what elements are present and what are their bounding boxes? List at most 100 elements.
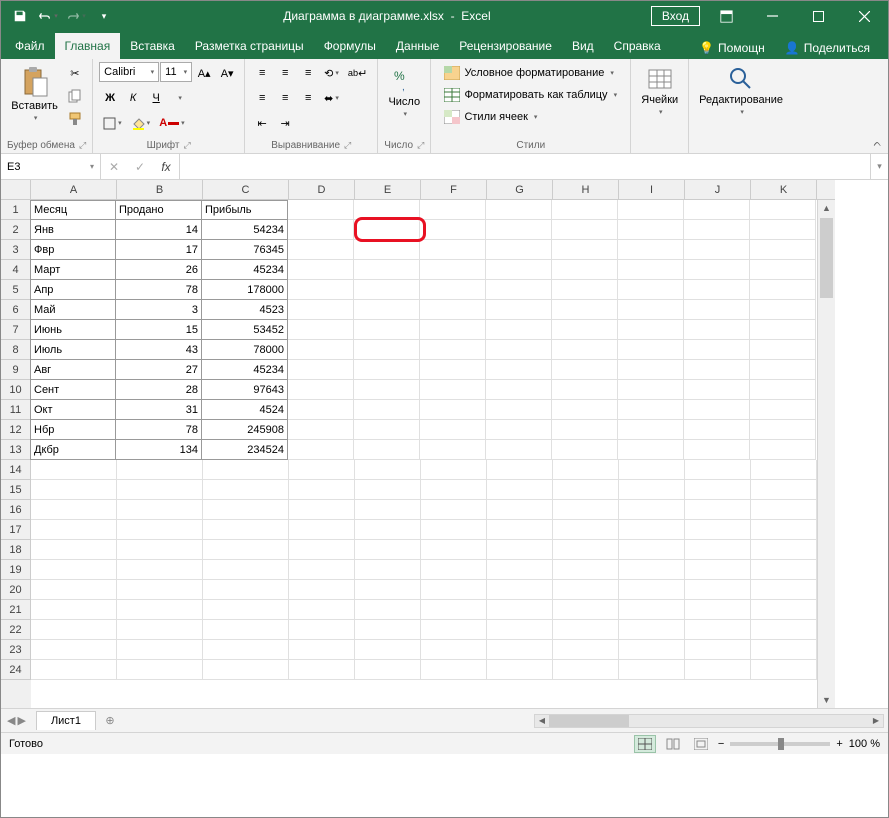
- zoom-in-icon[interactable]: +: [836, 738, 842, 750]
- cell-A16[interactable]: [31, 500, 117, 520]
- col-header-D[interactable]: D: [289, 180, 355, 200]
- cell-A7[interactable]: Июнь: [30, 320, 116, 340]
- cell-blank[interactable]: [684, 360, 750, 380]
- cell-A13[interactable]: Дкбр: [30, 440, 116, 460]
- cell-blank[interactable]: [355, 540, 421, 560]
- cell-blank[interactable]: [289, 540, 355, 560]
- cell-blank[interactable]: [553, 460, 619, 480]
- cell-blank[interactable]: [487, 580, 553, 600]
- copy-icon[interactable]: [64, 85, 86, 107]
- row-header-18[interactable]: 18: [1, 540, 31, 560]
- col-header-B[interactable]: B: [117, 180, 203, 200]
- row-header-16[interactable]: 16: [1, 500, 31, 520]
- cell-blank[interactable]: [288, 260, 354, 280]
- cell-A9[interactable]: Авг: [30, 360, 116, 380]
- tellme-button[interactable]: 💡Помощн: [691, 37, 773, 59]
- cell-blank[interactable]: [751, 660, 817, 680]
- cell-C6[interactable]: 4523: [202, 300, 288, 320]
- col-header-E[interactable]: E: [355, 180, 421, 200]
- cell-blank[interactable]: [420, 220, 486, 240]
- cell-A23[interactable]: [31, 640, 117, 660]
- cell-blank[interactable]: [288, 400, 354, 420]
- cell-C15[interactable]: [203, 480, 289, 500]
- zoom-level[interactable]: 100 %: [849, 738, 880, 750]
- conditional-formatting-button[interactable]: Условное форматирование: [437, 62, 624, 84]
- formula-input[interactable]: [180, 154, 870, 179]
- tab-data[interactable]: Данные: [386, 33, 449, 59]
- align-right-icon[interactable]: ≡: [297, 87, 319, 109]
- align-bottom-icon[interactable]: ≡: [297, 62, 319, 84]
- cell-blank[interactable]: [486, 220, 552, 240]
- cell-A8[interactable]: Июль: [30, 340, 116, 360]
- row-header-15[interactable]: 15: [1, 480, 31, 500]
- cell-C20[interactable]: [203, 580, 289, 600]
- cell-B14[interactable]: [117, 460, 203, 480]
- col-header-J[interactable]: J: [685, 180, 751, 200]
- font-size-select[interactable]: 11▾: [160, 62, 192, 82]
- cell-blank[interactable]: [354, 320, 420, 340]
- cell-blank[interactable]: [553, 660, 619, 680]
- close-icon[interactable]: [844, 1, 884, 31]
- align-launcher[interactable]: ⤢: [344, 140, 351, 151]
- cell-blank[interactable]: [619, 500, 685, 520]
- row-header-3[interactable]: 3: [1, 240, 31, 260]
- cell-blank[interactable]: [619, 560, 685, 580]
- cell-blank[interactable]: [354, 220, 420, 240]
- cell-C12[interactable]: 245908: [202, 420, 288, 440]
- increase-font-icon[interactable]: A▴: [193, 62, 215, 84]
- cell-blank[interactable]: [685, 460, 751, 480]
- share-button[interactable]: 👤Поделиться: [777, 37, 878, 59]
- zoom-out-icon[interactable]: −: [718, 738, 724, 750]
- scroll-right-icon[interactable]: ▶: [869, 715, 883, 727]
- view-page-layout-icon[interactable]: [662, 735, 684, 753]
- cell-blank[interactable]: [355, 660, 421, 680]
- cell-blank[interactable]: [486, 200, 552, 220]
- cell-C5[interactable]: 178000: [202, 280, 288, 300]
- cell-blank[interactable]: [355, 480, 421, 500]
- cell-blank[interactable]: [684, 320, 750, 340]
- cell-B11[interactable]: 31: [116, 400, 202, 420]
- expand-formula-bar-icon[interactable]: ▾: [870, 154, 888, 179]
- cell-styles-button[interactable]: Стили ячеек: [437, 106, 624, 128]
- tab-view[interactable]: Вид: [562, 33, 604, 59]
- cell-blank[interactable]: [618, 360, 684, 380]
- cell-blank[interactable]: [421, 560, 487, 580]
- cell-blank[interactable]: [552, 240, 618, 260]
- tab-formulas[interactable]: Формулы: [314, 33, 386, 59]
- col-header-C[interactable]: C: [203, 180, 289, 200]
- cell-blank[interactable]: [751, 560, 817, 580]
- cell-blank[interactable]: [619, 640, 685, 660]
- cell-B18[interactable]: [117, 540, 203, 560]
- cell-blank[interactable]: [354, 360, 420, 380]
- cell-blank[interactable]: [750, 240, 816, 260]
- sheet-next-icon[interactable]: ▶: [17, 714, 25, 727]
- cell-A17[interactable]: [31, 520, 117, 540]
- cell-B24[interactable]: [117, 660, 203, 680]
- cell-blank[interactable]: [750, 380, 816, 400]
- cell-A10[interactable]: Сент: [30, 380, 116, 400]
- cell-A24[interactable]: [31, 660, 117, 680]
- cell-blank[interactable]: [420, 300, 486, 320]
- col-header-F[interactable]: F: [421, 180, 487, 200]
- cell-blank[interactable]: [355, 600, 421, 620]
- view-page-break-icon[interactable]: [690, 735, 712, 753]
- cell-blank[interactable]: [552, 220, 618, 240]
- cell-blank[interactable]: [354, 380, 420, 400]
- cell-A4[interactable]: Март: [30, 260, 116, 280]
- cell-B4[interactable]: 26: [116, 260, 202, 280]
- cell-blank[interactable]: [685, 560, 751, 580]
- cell-blank[interactable]: [750, 280, 816, 300]
- cell-blank[interactable]: [487, 560, 553, 580]
- cell-blank[interactable]: [420, 260, 486, 280]
- cell-blank[interactable]: [486, 340, 552, 360]
- cell-blank[interactable]: [486, 440, 552, 460]
- cell-blank[interactable]: [618, 440, 684, 460]
- cell-blank[interactable]: [684, 220, 750, 240]
- save-icon[interactable]: [7, 3, 33, 29]
- cell-blank[interactable]: [751, 540, 817, 560]
- cell-blank[interactable]: [420, 280, 486, 300]
- row-header-5[interactable]: 5: [1, 280, 31, 300]
- cell-blank[interactable]: [750, 420, 816, 440]
- row-header-10[interactable]: 10: [1, 380, 31, 400]
- cell-blank[interactable]: [421, 640, 487, 660]
